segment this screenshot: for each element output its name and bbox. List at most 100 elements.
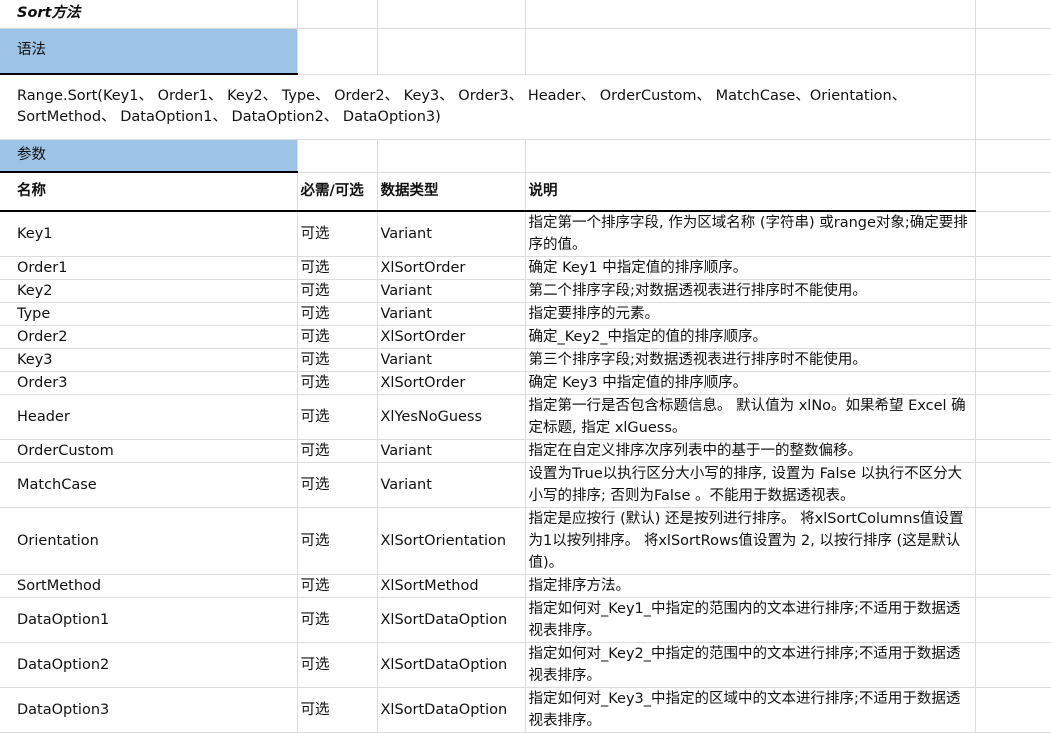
param-type-cell[interactable]: Variant xyxy=(377,211,526,257)
table-row: DataOption1 可选 XlSortDataOption 指定如何对_Key1_… xyxy=(0,597,1051,643)
param-type-cell[interactable]: Variant xyxy=(377,462,526,508)
empty-cell[interactable] xyxy=(297,139,378,173)
empty-cell[interactable] xyxy=(975,574,1051,598)
param-description-cell[interactable]: 确定 Key3 中指定值的排序顺序。 xyxy=(525,371,976,395)
param-description-cell[interactable]: 指定排序方法。 xyxy=(525,574,976,598)
param-required-cell[interactable]: 可选 xyxy=(297,371,378,395)
param-required-cell[interactable]: 可选 xyxy=(297,279,378,303)
empty-cell[interactable] xyxy=(975,74,1051,140)
param-type-cell[interactable]: Variant xyxy=(377,279,526,303)
param-required-cell[interactable]: 可选 xyxy=(297,439,378,463)
param-type-cell[interactable]: XlSortMethod xyxy=(377,574,526,598)
table-row: Order3 可选 XlSortOrder 确定 Key3 中指定值的排序顺序。 xyxy=(0,371,1051,395)
param-type-cell[interactable]: XlSortOrder xyxy=(377,256,526,280)
param-description-cell[interactable]: 第三个排序字段;对数据透视表进行排序时不能使用。 xyxy=(525,348,976,372)
column-header-description[interactable]: 说明 xyxy=(525,172,976,212)
empty-cell[interactable] xyxy=(975,302,1051,326)
empty-cell[interactable] xyxy=(525,0,976,29)
param-description-cell[interactable]: 指定要排序的元素。 xyxy=(525,302,976,326)
empty-cell[interactable] xyxy=(975,439,1051,463)
empty-cell[interactable] xyxy=(377,139,526,173)
param-required-cell[interactable]: 可选 xyxy=(297,462,378,508)
empty-cell[interactable] xyxy=(297,0,378,29)
empty-cell[interactable] xyxy=(297,28,378,75)
param-required-cell[interactable]: 可选 xyxy=(297,507,378,575)
empty-cell[interactable] xyxy=(975,279,1051,303)
param-required-cell[interactable]: 可选 xyxy=(297,642,378,688)
empty-cell[interactable] xyxy=(525,28,976,75)
empty-cell[interactable] xyxy=(975,597,1051,643)
column-header-type[interactable]: 数据类型 xyxy=(377,172,526,212)
param-type-cell[interactable]: Variant xyxy=(377,348,526,372)
empty-cell[interactable] xyxy=(975,371,1051,395)
param-required-cell[interactable]: 可选 xyxy=(297,394,378,440)
empty-cell[interactable] xyxy=(975,28,1051,75)
param-description-cell[interactable]: 确定 Key1 中指定值的排序顺序。 xyxy=(525,256,976,280)
section-heading-syntax[interactable]: 语法 xyxy=(0,28,298,75)
param-name-cell[interactable]: Key3 xyxy=(0,348,298,372)
empty-cell[interactable] xyxy=(975,462,1051,508)
param-required-cell[interactable]: 可选 xyxy=(297,211,378,257)
empty-cell[interactable] xyxy=(975,172,1051,212)
param-name-cell[interactable]: DataOption1 xyxy=(0,597,298,643)
param-name-cell[interactable]: DataOption3 xyxy=(0,687,298,733)
param-description-cell[interactable]: 指定在自定义排序次序列表中的基于一的整数偏移。 xyxy=(525,439,976,463)
empty-cell[interactable] xyxy=(377,28,526,75)
param-description-cell[interactable]: 指定第一个排序字段, 作为区域名称 (字符串) 或range对象;确定要排序的值… xyxy=(525,211,976,257)
param-required-cell[interactable]: 可选 xyxy=(297,302,378,326)
empty-cell[interactable] xyxy=(377,0,526,29)
param-type-cell[interactable]: Variant xyxy=(377,439,526,463)
param-required-cell[interactable]: 可选 xyxy=(297,687,378,733)
column-header-required[interactable]: 必需/可选 xyxy=(297,172,378,212)
param-description-cell[interactable]: 指定是应按行 (默认) 还是按列进行排序。 将xlSortColumns值设置为… xyxy=(525,507,976,575)
empty-cell[interactable] xyxy=(975,642,1051,688)
param-name-cell[interactable]: Key2 xyxy=(0,279,298,303)
param-description-cell[interactable]: 设置为True以执行区分大小写的排序, 设置为 False 以执行不区分大小写的… xyxy=(525,462,976,508)
empty-cell[interactable] xyxy=(975,0,1051,29)
empty-cell[interactable] xyxy=(975,211,1051,257)
param-description-cell[interactable]: 指定如何对_Key2_中指定的范围中的文本进行排序;不适用于数据透视表排序。 xyxy=(525,642,976,688)
page-title[interactable]: Sort方法 xyxy=(0,0,298,29)
param-name-cell[interactable]: MatchCase xyxy=(0,462,298,508)
param-required-cell[interactable]: 可选 xyxy=(297,256,378,280)
empty-cell[interactable] xyxy=(975,256,1051,280)
empty-cell[interactable] xyxy=(975,325,1051,349)
param-required-cell[interactable]: 可选 xyxy=(297,574,378,598)
empty-cell[interactable] xyxy=(975,139,1051,173)
param-name-cell[interactable]: OrderCustom xyxy=(0,439,298,463)
param-name-cell[interactable]: Key1 xyxy=(0,211,298,257)
param-type-cell[interactable]: XlSortDataOption xyxy=(377,597,526,643)
param-description-cell[interactable]: 指定如何对_Key3_中指定的区域中的文本进行排序;不适用于数据透视表排序。 xyxy=(525,687,976,733)
empty-cell[interactable] xyxy=(525,139,976,173)
param-type-cell[interactable]: XlSortOrder xyxy=(377,325,526,349)
param-description-cell[interactable]: 第二个排序字段;对数据透视表进行排序时不能使用。 xyxy=(525,279,976,303)
empty-cell[interactable] xyxy=(975,394,1051,440)
param-name-cell[interactable]: SortMethod xyxy=(0,574,298,598)
param-required-cell[interactable]: 可选 xyxy=(297,325,378,349)
syntax-text[interactable]: Range.Sort(Key1、 Order1、 Key2、 Type、 Ord… xyxy=(0,74,976,140)
param-required-cell[interactable]: 可选 xyxy=(297,597,378,643)
param-type-cell[interactable]: XlSortOrientation xyxy=(377,507,526,575)
param-type-cell[interactable]: XlYesNoGuess xyxy=(377,394,526,440)
empty-cell[interactable] xyxy=(975,687,1051,733)
column-header-name[interactable]: 名称 xyxy=(0,172,298,212)
param-required-cell[interactable]: 可选 xyxy=(297,348,378,372)
empty-cell[interactable] xyxy=(975,507,1051,575)
param-description-cell[interactable]: 确定_Key2_中指定的值的排序顺序。 xyxy=(525,325,976,349)
param-name-cell[interactable]: DataOption2 xyxy=(0,642,298,688)
section-heading-params[interactable]: 参数 xyxy=(0,139,298,173)
table-row: DataOption2 可选 XlSortDataOption 指定如何对_Key2_… xyxy=(0,642,1051,688)
param-name-cell[interactable]: Type xyxy=(0,302,298,326)
param-type-cell[interactable]: XlSortDataOption xyxy=(377,687,526,733)
empty-cell[interactable] xyxy=(975,348,1051,372)
param-name-cell[interactable]: Order2 xyxy=(0,325,298,349)
param-name-cell[interactable]: Orientation xyxy=(0,507,298,575)
param-type-cell[interactable]: XlSortOrder xyxy=(377,371,526,395)
param-name-cell[interactable]: Order1 xyxy=(0,256,298,280)
param-name-cell[interactable]: Order3 xyxy=(0,371,298,395)
param-type-cell[interactable]: Variant xyxy=(377,302,526,326)
param-type-cell[interactable]: XlSortDataOption xyxy=(377,642,526,688)
param-description-cell[interactable]: 指定第一行是否包含标题信息。 默认值为 xlNo。如果希望 Excel 确定标题… xyxy=(525,394,976,440)
param-description-cell[interactable]: 指定如何对_Key1_中指定的范围内的文本进行排序;不适用于数据透视表排序。 xyxy=(525,597,976,643)
param-name-cell[interactable]: Header xyxy=(0,394,298,440)
